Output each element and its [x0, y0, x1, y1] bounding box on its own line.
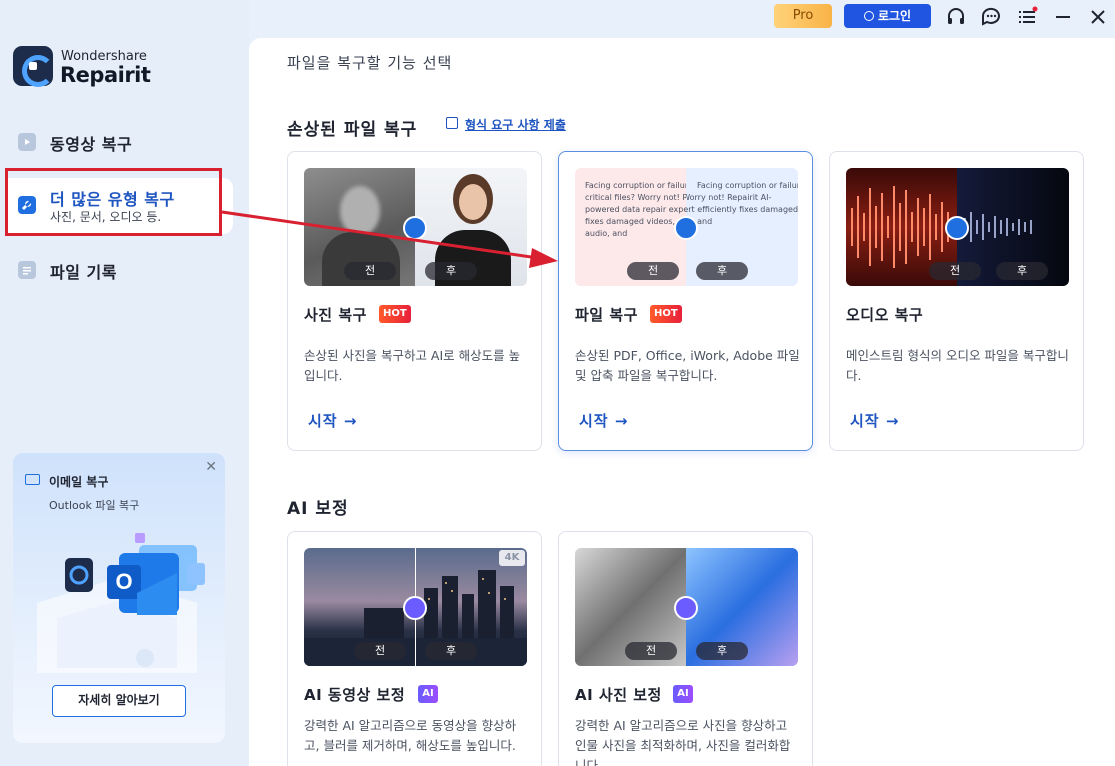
chat-icon[interactable] [980, 6, 1002, 28]
login-button[interactable]: 로그인 [844, 4, 931, 28]
page-title: 파일을 복구할 기능 선택 [287, 54, 453, 72]
file-before-after-thumbnail: Facing corruption or failure in opening … [575, 168, 798, 286]
outlook-illustration-icon: O [37, 533, 205, 673]
ai-badge-icon [674, 596, 698, 620]
sidebar-item-video-repair[interactable]: 동영상 복구 [0, 117, 233, 167]
promo-title: 이메일 복구 [49, 475, 109, 489]
card-description: 메인스트림 형식의 오디오 파일을 복구합니다. [846, 348, 1069, 383]
annotation-highlight-box [5, 168, 222, 236]
card-photo-repair[interactable]: 전 후 사진 복구 HOT 손상된 사진을 복구하고 AI로 해상도를 높입니다… [287, 151, 542, 451]
before-label: 전 [627, 262, 679, 280]
learn-more-button[interactable]: 자세히 알아보기 [52, 685, 186, 717]
card-description: 강력한 AI 알고리즘으로 사진을 향상하고 인물 사진을 최적화하며, 사진을… [575, 718, 791, 766]
wrench-badge-icon [674, 216, 698, 240]
video-icon [18, 133, 36, 151]
external-link-icon [446, 117, 458, 129]
email-repair-promo: 이메일 복구 Outlook 파일 복구 ✕ O 자세히 알아보기 [13, 453, 225, 743]
card-ai-video-enhance[interactable]: 4K 전 후 AI 동영상 보정 AI 강력한 AI 알고리즘으로 동영상을 향… [287, 531, 542, 766]
format-request-link[interactable]: 형식 요구 사항 제출 [465, 116, 566, 133]
file-list-icon [18, 261, 36, 279]
minimize-icon[interactable] [1052, 6, 1074, 28]
ai-badge: AI [673, 685, 693, 703]
mail-icon [25, 474, 40, 485]
wrench-badge-icon [945, 216, 969, 240]
card-title: AI 동영상 보정 [304, 686, 406, 704]
card-description: 손상된 PDF, Office, iWork, Adobe 파일 및 압축 파일… [575, 348, 800, 383]
headset-icon[interactable] [945, 6, 967, 28]
before-label: 전 [625, 642, 677, 660]
card-description: 강력한 AI 알고리즘으로 동영상을 향상하고, 블러를 제거하며, 해상도를 … [304, 718, 517, 753]
card-file-repair[interactable]: Facing corruption or failure in opening … [558, 151, 813, 451]
ai-section-title: AI 보정 [287, 499, 349, 519]
sidebar: Wondershare Repairit 동영상 복구 더 많은 유형 복구 사… [0, 0, 249, 766]
promo-subtitle: Outlook 파일 복구 [49, 499, 140, 512]
title-bar: Pro 로그인 [249, 0, 1115, 36]
start-button[interactable]: 시작 → [850, 410, 899, 431]
card-ai-photo-enhance[interactable]: 전 후 AI 사진 보정 AI 강력한 AI 알고리즘으로 사진을 향상하고 인… [558, 531, 813, 766]
start-button[interactable]: 시작 → [579, 410, 628, 431]
after-label: 후 [996, 262, 1048, 280]
card-audio-repair[interactable]: 전 후 오디오 복구 메인스트림 형식의 오디오 파일을 복구합니다. 시작 → [829, 151, 1084, 451]
before-label: 전 [929, 262, 981, 280]
damaged-section-title: 손상된 파일 복구 [287, 120, 418, 140]
ai-badge-icon [403, 596, 427, 620]
repairit-logo-icon [13, 46, 54, 87]
pro-upgrade-button[interactable]: Pro [774, 4, 832, 28]
menu-icon[interactable] [1016, 6, 1038, 28]
photo-enhance-thumbnail: 전 후 [575, 548, 798, 666]
card-title: 파일 복구 [575, 306, 638, 324]
main-panel: 파일을 복구할 기능 선택 손상된 파일 복구 형식 요구 사항 제출 전 후 … [249, 38, 1115, 766]
card-description: 손상된 사진을 복구하고 AI로 해상도를 높입니다. [304, 348, 521, 383]
after-label: 후 [696, 642, 748, 660]
svg-text:O: O [115, 569, 132, 594]
close-icon[interactable]: ✕ [205, 459, 217, 475]
before-label: 전 [354, 642, 406, 660]
brand-product: Repairit [60, 63, 151, 87]
photo-before-after-thumbnail: 전 후 [304, 168, 527, 286]
sidebar-item-label: 동영상 복구 [50, 135, 133, 154]
sidebar-item-label: 파일 기록 [50, 263, 117, 282]
start-button[interactable]: 시작 → [308, 410, 357, 431]
video-enhance-thumbnail: 4K 전 후 [304, 548, 527, 666]
doc-text: Facing corruption or failure in opening … [585, 181, 686, 238]
login-label: 로그인 [877, 9, 912, 23]
user-icon [863, 11, 874, 21]
sidebar-item-file-history[interactable]: 파일 기록 [0, 245, 233, 295]
hot-badge: HOT [379, 305, 411, 323]
4k-badge: 4K [499, 550, 525, 566]
ai-badge: AI [418, 685, 438, 703]
card-title: 사진 복구 [304, 306, 367, 324]
wrench-badge-icon [403, 216, 427, 240]
after-label: 후 [696, 262, 748, 280]
brand-company: Wondershare [61, 49, 147, 64]
card-title: AI 사진 보정 [575, 686, 662, 704]
after-label: 후 [425, 642, 477, 660]
doc-text: Facing corruption or failure in opening … [686, 181, 798, 226]
audio-before-after-thumbnail: 전 후 [846, 168, 1069, 286]
card-title: 오디오 복구 [846, 306, 924, 324]
before-label: 전 [344, 262, 396, 280]
hot-badge: HOT [650, 305, 682, 323]
close-window-icon[interactable] [1087, 6, 1109, 28]
after-label: 후 [425, 262, 477, 280]
